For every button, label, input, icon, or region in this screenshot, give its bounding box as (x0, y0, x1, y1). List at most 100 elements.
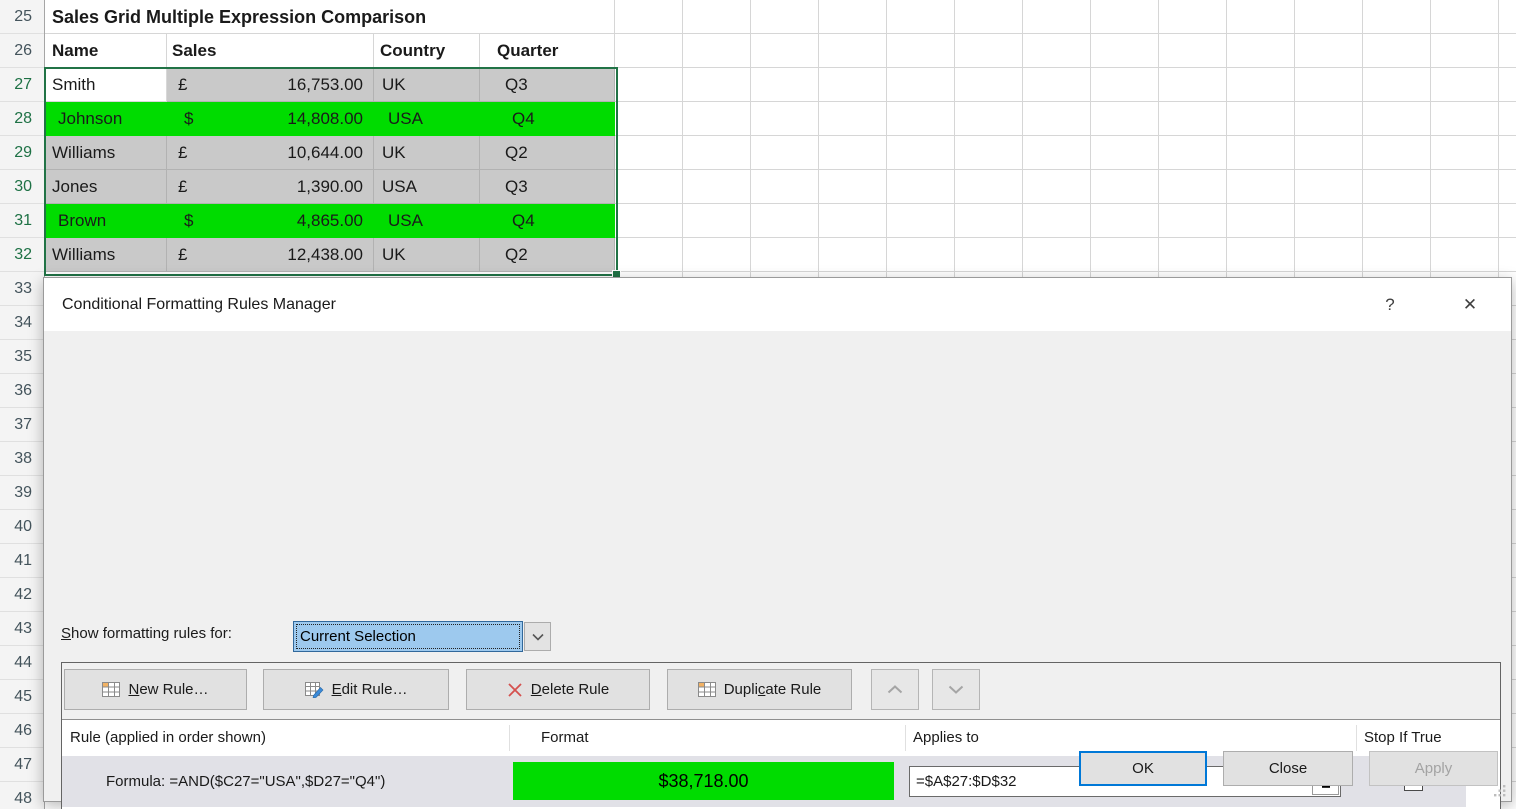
dialog-titlebar[interactable]: Conditional Formatting Rules Manager ? ✕ (44, 278, 1511, 331)
row-number[interactable]: 40 (0, 510, 44, 544)
row-number[interactable]: 29 (0, 136, 44, 170)
duplicate-rule-button[interactable]: Duplicate Rule (667, 669, 852, 710)
cell-name[interactable]: Jones (45, 170, 167, 204)
cell-quarter[interactable]: Q4 (480, 102, 615, 136)
edit-rule-label: Edit Rule… (332, 681, 408, 698)
conditional-formatting-rules-manager-dialog: Conditional Formatting Rules Manager ? ✕… (43, 277, 1512, 802)
amount: 10,644.00 (287, 136, 363, 170)
table-row[interactable]: Williams £ 10,644.00 UK Q2 (45, 136, 615, 170)
cell-sales[interactable]: £ 10,644.00 (167, 136, 374, 170)
dialog-title: Conditional Formatting Rules Manager (62, 278, 336, 331)
move-rule-up-button[interactable] (871, 669, 919, 710)
row-number[interactable]: 45 (0, 680, 44, 714)
sheet-title-cell[interactable]: Sales Grid Multiple Expression Compariso… (52, 0, 426, 34)
edit-rule-button[interactable]: Edit Rule… (263, 669, 449, 710)
column-header-name[interactable]: Name (52, 34, 98, 68)
row-number[interactable]: 33 (0, 272, 44, 306)
currency-symbol: $ (184, 102, 193, 136)
row-number[interactable]: 31 (0, 204, 44, 238)
row-header-column: 25 26 27 28 29 30 31 32 33 34 35 36 37 3… (0, 0, 45, 809)
cell-sales[interactable]: $ 4,865.00 (167, 204, 374, 238)
close-button[interactable]: Close (1223, 751, 1353, 786)
cell-country[interactable]: UK (374, 68, 480, 102)
column-header-sales[interactable]: Sales (172, 34, 216, 68)
table-row[interactable]: Williams £ 12,438.00 UK Q2 (45, 238, 615, 272)
close-icon[interactable]: ✕ (1452, 291, 1488, 319)
table-grid-icon (102, 682, 120, 697)
column-header-country[interactable]: Country (380, 34, 445, 68)
row-number[interactable]: 46 (0, 714, 44, 748)
dropdown-arrow-button[interactable] (524, 622, 551, 651)
currency-symbol: £ (178, 68, 187, 102)
row-number[interactable]: 25 (0, 0, 44, 34)
row-number[interactable]: 35 (0, 340, 44, 374)
row-number[interactable]: 44 (0, 646, 44, 680)
currency-symbol: £ (178, 136, 187, 170)
list-header-format: Format (541, 720, 589, 756)
row-number[interactable]: 42 (0, 578, 44, 612)
cell-country[interactable]: UK (374, 136, 480, 170)
chevron-down-icon (948, 685, 964, 694)
duplicate-rule-label: Duplicate Rule (724, 681, 822, 698)
cell-sales[interactable]: £ 1,390.00 (167, 170, 374, 204)
new-rule-button[interactable]: New Rule… (64, 669, 247, 710)
cell-name[interactable]: Johnson (45, 102, 167, 136)
cell-quarter[interactable]: Q3 (480, 68, 615, 102)
table-row[interactable]: Jones £ 1,390.00 USA Q3 (45, 170, 615, 204)
row-number[interactable]: 30 (0, 170, 44, 204)
cell-quarter[interactable]: Q4 (480, 204, 615, 238)
table-row[interactable]: Johnson $ 14,808.00 USA Q4 (45, 102, 615, 136)
row-number[interactable]: 36 (0, 374, 44, 408)
cell-quarter[interactable]: Q2 (480, 136, 615, 170)
scope-dropdown[interactable]: Current Selection (293, 621, 551, 652)
cell-name[interactable]: Williams (45, 136, 167, 170)
column-separator (1356, 725, 1357, 751)
chevron-down-icon (532, 633, 544, 641)
cell-sales[interactable]: $ 14,808.00 (167, 102, 374, 136)
column-header-quarter[interactable]: Quarter (497, 34, 558, 68)
row-number[interactable]: 39 (0, 476, 44, 510)
table-row[interactable]: Brown $ 4,865.00 USA Q4 (45, 204, 615, 238)
apply-button[interactable]: Apply (1369, 751, 1498, 786)
cell-name[interactable]: Williams (45, 238, 167, 272)
table-row[interactable]: Smith £ 16,753.00 UK Q3 (45, 68, 615, 102)
row-number[interactable]: 38 (0, 442, 44, 476)
row-number[interactable]: 37 (0, 408, 44, 442)
row-number[interactable]: 48 (0, 782, 44, 809)
row-number[interactable]: 26 (0, 34, 44, 68)
row-number[interactable]: 28 (0, 102, 44, 136)
cell-country[interactable]: USA (374, 170, 480, 204)
red-x-icon (507, 682, 523, 698)
row-number[interactable]: 27 (0, 68, 44, 102)
delete-rule-button[interactable]: Delete Rule (466, 669, 650, 710)
row-number[interactable]: 47 (0, 748, 44, 782)
cell-name[interactable]: Smith (45, 68, 167, 102)
cell-quarter[interactable]: Q3 (480, 170, 615, 204)
help-icon[interactable]: ? (1375, 291, 1405, 319)
currency-symbol: £ (178, 170, 187, 204)
new-rule-label: New Rule… (128, 681, 208, 698)
row-number[interactable]: 41 (0, 544, 44, 578)
ok-button[interactable]: OK (1079, 751, 1207, 786)
cell-country[interactable]: USA (374, 204, 480, 238)
currency-symbol: $ (184, 204, 193, 238)
cell-quarter[interactable]: Q2 (480, 238, 615, 272)
cell-country[interactable]: USA (374, 102, 480, 136)
gridline (373, 34, 374, 68)
cell-name[interactable]: Brown (45, 204, 167, 238)
row-number[interactable]: 43 (0, 612, 44, 646)
amount: 4,865.00 (297, 204, 363, 238)
resize-grip[interactable] (1493, 784, 1506, 797)
scope-dropdown-value: Current Selection (293, 621, 523, 652)
row-number[interactable]: 32 (0, 238, 44, 272)
cell-country[interactable]: UK (374, 238, 480, 272)
list-header-applies-to: Applies to (913, 720, 979, 756)
gridline (166, 34, 167, 68)
amount: 1,390.00 (297, 170, 363, 204)
amount: 12,438.00 (287, 238, 363, 272)
cell-sales[interactable]: £ 16,753.00 (167, 68, 374, 102)
move-rule-down-button[interactable] (932, 669, 980, 710)
cell-sales[interactable]: £ 12,438.00 (167, 238, 374, 272)
row-number[interactable]: 34 (0, 306, 44, 340)
amount: 14,808.00 (287, 102, 363, 136)
